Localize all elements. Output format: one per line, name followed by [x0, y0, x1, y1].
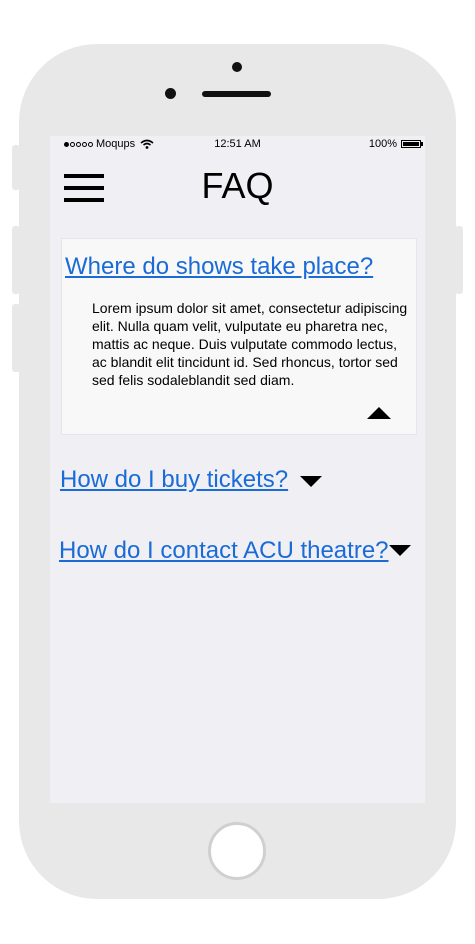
faq-question-link[interactable]: Where do shows take place? [65, 253, 373, 281]
expand-arrow-icon[interactable] [300, 476, 322, 487]
page-title: FAQ [201, 165, 274, 206]
faq-question-link[interactable]: How do I buy tickets? [60, 466, 288, 494]
battery-icon [401, 140, 421, 148]
battery-percent: 100% [368, 138, 397, 150]
phone-screen: Moqups 12:51 AM 100% FAQ Where do shows … [50, 136, 425, 803]
power-button [455, 226, 463, 294]
proximity-sensor [165, 88, 176, 99]
faq-item-expanded: Where do shows take place? Lorem ipsum d… [61, 238, 417, 435]
collapse-arrow-icon[interactable] [367, 407, 391, 419]
faq-answer: Lorem ipsum dolor sit amet, consectetur … [92, 300, 408, 388]
front-camera [232, 62, 242, 72]
home-button[interactable] [208, 822, 266, 880]
battery-indicator: 100% [369, 138, 423, 150]
status-bar: Moqups 12:51 AM 100% [50, 136, 425, 154]
battery-tip [421, 142, 423, 146]
faq-question-link[interactable]: How do I contact ACU theatre? [59, 537, 389, 565]
expand-arrow-icon[interactable] [389, 545, 411, 556]
earpiece-speaker [202, 91, 271, 97]
